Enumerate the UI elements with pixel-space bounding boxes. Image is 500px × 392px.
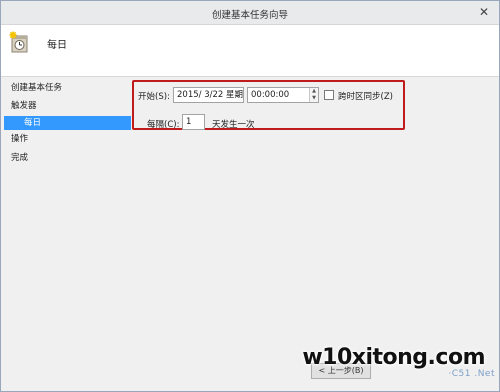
recur-days-input[interactable]: 1 bbox=[182, 114, 205, 130]
title-bar: 创建基本任务向导 ✕ bbox=[1, 1, 499, 25]
start-time-input[interactable]: 00:00:00 ▲ ▼ bbox=[247, 87, 319, 103]
wizard-header: 每日 bbox=[1, 25, 499, 77]
start-date-picker[interactable]: 2015/ 3/22 星期 ⌄ bbox=[173, 87, 244, 103]
spin-up-icon[interactable]: ▲ bbox=[310, 88, 318, 95]
step-daily[interactable]: 每日 bbox=[4, 116, 131, 130]
recur-suffix: 天发生一次 bbox=[212, 120, 255, 130]
start-time-value: 00:00:00 bbox=[251, 90, 290, 100]
page-title: 每日 bbox=[47, 40, 67, 51]
wizard-steps: 创建基本任务 触发器 每日 操作 完成 bbox=[1, 78, 131, 378]
wizard-window: 创建基本任务向导 ✕ 每日 创建基本任务 触发器 每日 操作 完成 开始(S):… bbox=[0, 0, 500, 392]
start-label: 开始(S): bbox=[138, 92, 170, 102]
recur-label: 每隔(C): bbox=[147, 120, 180, 130]
watermark-secondary: ·C51 .Net bbox=[448, 369, 495, 379]
step-trigger[interactable]: 触发器 bbox=[1, 99, 131, 113]
window-title: 创建基本任务向导 bbox=[211, 10, 288, 21]
step-finish[interactable]: 完成 bbox=[1, 151, 131, 165]
close-button[interactable]: ✕ bbox=[475, 3, 493, 21]
sync-timezone-label: 跨时区同步(Z) bbox=[338, 92, 393, 102]
start-date-value: 2015/ 3/22 星期 bbox=[177, 90, 243, 100]
spin-down-icon[interactable]: ▼ bbox=[310, 95, 318, 102]
watermark: w10xitong.com bbox=[302, 345, 485, 370]
step-create-basic-task[interactable]: 创建基本任务 bbox=[1, 81, 131, 95]
sync-timezone-checkbox[interactable] bbox=[324, 90, 334, 100]
task-scheduler-icon bbox=[9, 31, 28, 53]
step-action[interactable]: 操作 bbox=[1, 132, 131, 146]
time-spinner[interactable]: ▲ ▼ bbox=[309, 88, 318, 102]
chevron-down-icon[interactable]: ⌄ bbox=[234, 88, 241, 102]
